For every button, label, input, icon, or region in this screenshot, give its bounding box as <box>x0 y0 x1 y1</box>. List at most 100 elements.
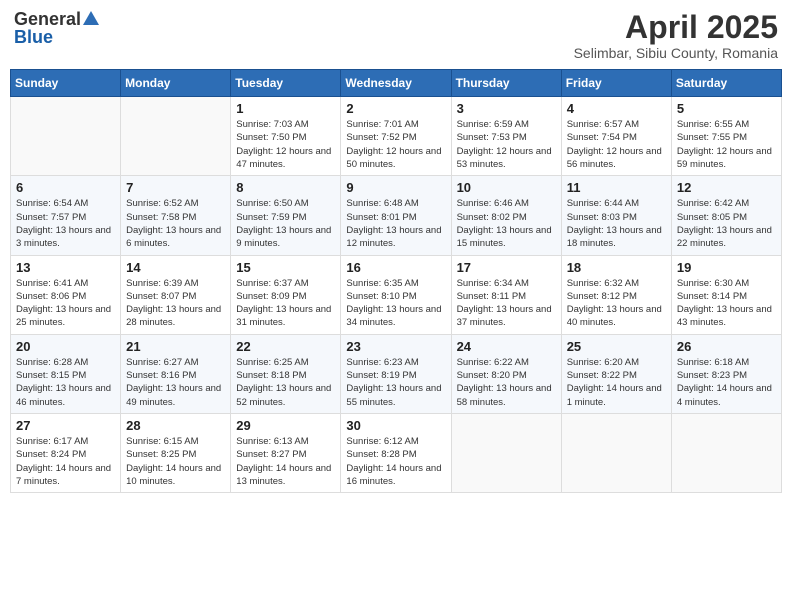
day-detail: Sunrise: 6:41 AM Sunset: 8:06 PM Dayligh… <box>16 277 115 330</box>
calendar-cell <box>671 413 781 492</box>
header-day-friday: Friday <box>561 70 671 97</box>
day-detail: Sunrise: 6:42 AM Sunset: 8:05 PM Dayligh… <box>677 197 776 250</box>
calendar-cell: 2 Sunrise: 7:01 AM Sunset: 7:52 PM Daylig… <box>341 97 451 176</box>
day-number: 18 <box>567 260 666 275</box>
day-number: 21 <box>126 339 225 354</box>
day-number: 8 <box>236 180 335 195</box>
calendar-cell: 4Sunrise: 6:57 AM Sunset: 7:54 PM Daylig… <box>561 97 671 176</box>
calendar-week-row: 27 Sunrise: 6:17 AM Sunset: 8:24 PM Dayli… <box>11 413 782 492</box>
header-day-thursday: Thursday <box>451 70 561 97</box>
calendar-week-row: 20 Sunrise: 6:28 AM Sunset: 8:15 PM Dayli… <box>11 334 782 413</box>
day-number: 17 <box>457 260 556 275</box>
calendar-subtitle: Selimbar, Sibiu County, Romania <box>574 45 778 61</box>
header-day-tuesday: Tuesday <box>231 70 341 97</box>
day-number: 1 <box>236 101 335 116</box>
calendar-cell: 28 Sunrise: 6:15 AM Sunset: 8:25 PM Dayli… <box>121 413 231 492</box>
day-number: 4 <box>567 101 666 116</box>
day-detail: Sunrise: 6:18 AM Sunset: 8:23 PM Dayligh… <box>677 356 776 409</box>
calendar-cell: 17 Sunrise: 6:34 AM Sunset: 8:11 PM Dayli… <box>451 255 561 334</box>
day-number: 7 <box>126 180 225 195</box>
day-number: 14 <box>126 260 225 275</box>
day-detail: Sunrise: 6:22 AM Sunset: 8:20 PM Dayligh… <box>457 356 556 409</box>
calendar-week-row: 13 Sunrise: 6:41 AM Sunset: 8:06 PM Dayli… <box>11 255 782 334</box>
calendar-cell: 10 Sunrise: 6:46 AM Sunset: 8:02 PM Dayli… <box>451 176 561 255</box>
day-detail: Sunrise: 7:01 AM Sunset: 7:52 PM Dayligh… <box>346 118 445 171</box>
day-number: 12 <box>677 180 776 195</box>
day-number: 28 <box>126 418 225 433</box>
day-number: 16 <box>346 260 445 275</box>
calendar-cell: 11 Sunrise: 6:44 AM Sunset: 8:03 PM Dayli… <box>561 176 671 255</box>
calendar-cell: 30 Sunrise: 6:12 AM Sunset: 8:28 PM Dayli… <box>341 413 451 492</box>
calendar-table: SundayMondayTuesdayWednesdayThursdayFrid… <box>10 69 782 493</box>
day-detail: Sunrise: 6:25 AM Sunset: 8:18 PM Dayligh… <box>236 356 335 409</box>
day-number: 19 <box>677 260 776 275</box>
day-number: 24 <box>457 339 556 354</box>
day-number: 10 <box>457 180 556 195</box>
day-detail: Sunrise: 6:27 AM Sunset: 8:16 PM Dayligh… <box>126 356 225 409</box>
calendar-cell: 24 Sunrise: 6:22 AM Sunset: 8:20 PM Dayli… <box>451 334 561 413</box>
header-day-wednesday: Wednesday <box>341 70 451 97</box>
calendar-cell: 29 Sunrise: 6:13 AM Sunset: 8:27 PM Dayli… <box>231 413 341 492</box>
calendar-cell <box>451 413 561 492</box>
day-number: 3 <box>457 101 556 116</box>
logo: General Blue <box>14 10 99 46</box>
day-number: 20 <box>16 339 115 354</box>
day-detail: Sunrise: 7:03 AM Sunset: 7:50 PM Dayligh… <box>236 118 335 171</box>
calendar-cell: 18Sunrise: 6:32 AM Sunset: 8:12 PM Dayli… <box>561 255 671 334</box>
day-number: 22 <box>236 339 335 354</box>
calendar-cell <box>561 413 671 492</box>
calendar-cell: 7 Sunrise: 6:52 AM Sunset: 7:58 PM Daylig… <box>121 176 231 255</box>
day-detail: Sunrise: 6:54 AM Sunset: 7:57 PM Dayligh… <box>16 197 115 250</box>
day-detail: Sunrise: 6:28 AM Sunset: 8:15 PM Dayligh… <box>16 356 115 409</box>
logo-bird-icon <box>83 11 99 25</box>
day-detail: Sunrise: 6:23 AM Sunset: 8:19 PM Dayligh… <box>346 356 445 409</box>
day-number: 11 <box>567 180 666 195</box>
day-number: 13 <box>16 260 115 275</box>
calendar-cell: 3 Sunrise: 6:59 AM Sunset: 7:53 PM Daylig… <box>451 97 561 176</box>
day-detail: Sunrise: 6:20 AM Sunset: 8:22 PM Dayligh… <box>567 356 666 409</box>
calendar-cell: 20 Sunrise: 6:28 AM Sunset: 8:15 PM Dayli… <box>11 334 121 413</box>
calendar-cell <box>11 97 121 176</box>
day-detail: Sunrise: 6:35 AM Sunset: 8:10 PM Dayligh… <box>346 277 445 330</box>
calendar-week-row: 6 Sunrise: 6:54 AM Sunset: 7:57 PM Daylig… <box>11 176 782 255</box>
calendar-cell: 14Sunrise: 6:39 AM Sunset: 8:07 PM Dayli… <box>121 255 231 334</box>
day-detail: Sunrise: 6:46 AM Sunset: 8:02 PM Dayligh… <box>457 197 556 250</box>
calendar-cell: 26Sunrise: 6:18 AM Sunset: 8:23 PM Dayli… <box>671 334 781 413</box>
day-detail: Sunrise: 6:44 AM Sunset: 8:03 PM Dayligh… <box>567 197 666 250</box>
day-number: 9 <box>346 180 445 195</box>
day-number: 6 <box>16 180 115 195</box>
calendar-cell <box>121 97 231 176</box>
day-detail: Sunrise: 6:13 AM Sunset: 8:27 PM Dayligh… <box>236 435 335 488</box>
calendar-cell: 16 Sunrise: 6:35 AM Sunset: 8:10 PM Dayli… <box>341 255 451 334</box>
calendar-cell: 21 Sunrise: 6:27 AM Sunset: 8:16 PM Dayli… <box>121 334 231 413</box>
day-number: 25 <box>567 339 666 354</box>
page-header: General Blue April 2025 Selimbar, Sibiu … <box>10 10 782 61</box>
header-day-saturday: Saturday <box>671 70 781 97</box>
header-day-sunday: Sunday <box>11 70 121 97</box>
day-detail: Sunrise: 6:37 AM Sunset: 8:09 PM Dayligh… <box>236 277 335 330</box>
calendar-cell: 27 Sunrise: 6:17 AM Sunset: 8:24 PM Dayli… <box>11 413 121 492</box>
day-number: 29 <box>236 418 335 433</box>
calendar-cell: 6 Sunrise: 6:54 AM Sunset: 7:57 PM Daylig… <box>11 176 121 255</box>
day-detail: Sunrise: 6:34 AM Sunset: 8:11 PM Dayligh… <box>457 277 556 330</box>
day-number: 30 <box>346 418 445 433</box>
title-area: April 2025 Selimbar, Sibiu County, Roman… <box>574 10 778 61</box>
calendar-cell: 1 Sunrise: 7:03 AM Sunset: 7:50 PM Daylig… <box>231 97 341 176</box>
day-detail: Sunrise: 6:55 AM Sunset: 7:55 PM Dayligh… <box>677 118 776 171</box>
day-detail: Sunrise: 6:50 AM Sunset: 7:59 PM Dayligh… <box>236 197 335 250</box>
day-number: 27 <box>16 418 115 433</box>
day-number: 5 <box>677 101 776 116</box>
day-detail: Sunrise: 6:15 AM Sunset: 8:25 PM Dayligh… <box>126 435 225 488</box>
calendar-cell: 5 Sunrise: 6:55 AM Sunset: 7:55 PM Daylig… <box>671 97 781 176</box>
day-detail: Sunrise: 6:17 AM Sunset: 8:24 PM Dayligh… <box>16 435 115 488</box>
day-detail: Sunrise: 6:12 AM Sunset: 8:28 PM Dayligh… <box>346 435 445 488</box>
day-detail: Sunrise: 6:59 AM Sunset: 7:53 PM Dayligh… <box>457 118 556 171</box>
calendar-cell: 25 Sunrise: 6:20 AM Sunset: 8:22 PM Dayli… <box>561 334 671 413</box>
calendar-cell: 8 Sunrise: 6:50 AM Sunset: 7:59 PM Daylig… <box>231 176 341 255</box>
header-day-monday: Monday <box>121 70 231 97</box>
day-detail: Sunrise: 6:52 AM Sunset: 7:58 PM Dayligh… <box>126 197 225 250</box>
calendar-cell: 12 Sunrise: 6:42 AM Sunset: 8:05 PM Dayli… <box>671 176 781 255</box>
day-number: 15 <box>236 260 335 275</box>
logo-general: General <box>14 10 81 28</box>
day-number: 2 <box>346 101 445 116</box>
